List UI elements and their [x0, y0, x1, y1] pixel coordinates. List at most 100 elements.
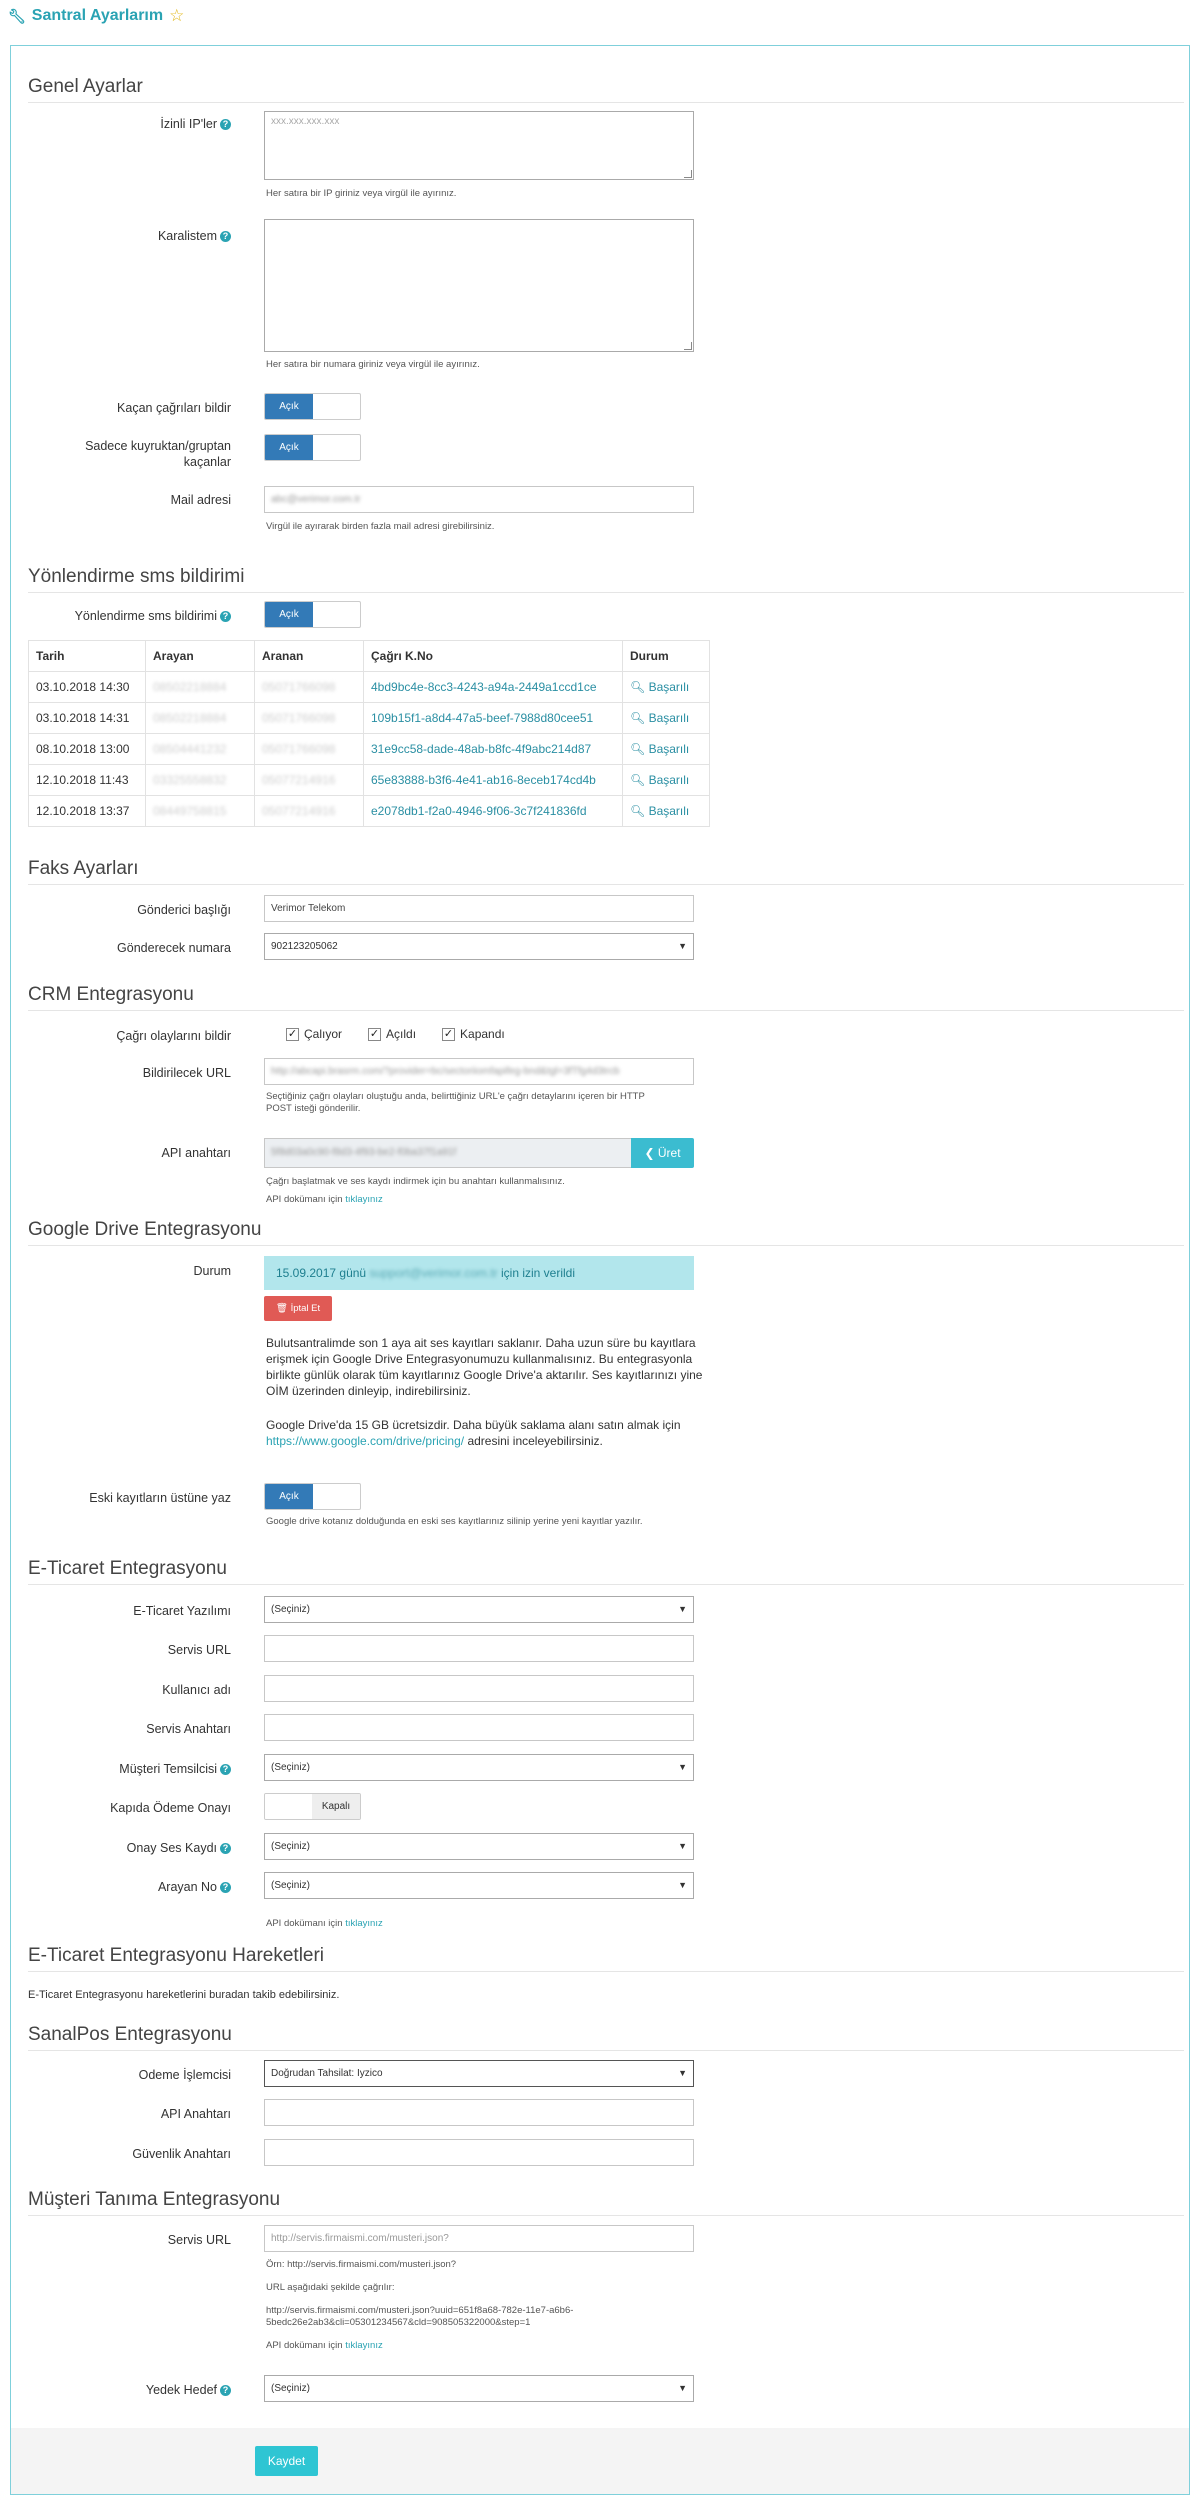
- table-row: 12.10.2018 11:43 03325558832 05077214916…: [28, 764, 710, 796]
- numara-select[interactable]: 902123205062 ▼: [264, 933, 694, 960]
- divider: [28, 2215, 1184, 2216]
- odeme-select[interactable]: Doğrudan Tahsilat: Iyzico ▼: [264, 2060, 694, 2087]
- cell-call-id[interactable]: 4bd9bc4e-8cc3-4243-a94a-2449a1ccd1ce: [363, 671, 623, 703]
- toggle-handle: [265, 1794, 313, 1819]
- uret-button[interactable]: ❮ Üret: [631, 1138, 694, 1168]
- arrow-left-icon: ❮: [644, 1146, 655, 1160]
- check-kapandi[interactable]: ✓ Kapandı: [442, 1027, 505, 1041]
- resize-handle[interactable]: [684, 170, 692, 178]
- cell-call-id[interactable]: 109b15f1-a8d4-47a5-beef-7988d80cee51: [363, 702, 623, 734]
- help-icon[interactable]: ?: [220, 1882, 231, 1893]
- kapida-label: Kapıda Ödeme Onayı: [110, 1801, 231, 1815]
- help-icon[interactable]: ?: [220, 2385, 231, 2396]
- caret-down-icon: ▼: [678, 1841, 687, 1851]
- check-caliyor[interactable]: ✓ Çalıyor: [286, 1027, 342, 1041]
- toggle-off: Kapalı: [312, 1794, 360, 1819]
- karaliste-label: Karalistem?: [158, 228, 231, 244]
- divider: [28, 1584, 1184, 1585]
- onay-select[interactable]: (Seçiniz) ▼: [264, 1833, 694, 1860]
- cell-durum[interactable]: 🔍︎ Başarılı: [622, 671, 710, 703]
- karaliste-textarea[interactable]: [264, 219, 694, 352]
- caret-down-icon: ▼: [678, 1604, 687, 1614]
- anahtar-input[interactable]: [264, 1714, 694, 1741]
- doc-link[interactable]: tıklayınız: [345, 1194, 383, 1205]
- numara-value: 902123205062: [271, 941, 338, 952]
- cell-durum[interactable]: 🔍︎ Başarılı: [622, 764, 710, 796]
- search-icon: 🔍︎: [630, 742, 646, 756]
- kapida-toggle[interactable]: Kapalı: [264, 1793, 361, 1820]
- gonderici-label: Gönderici başlığı: [137, 903, 231, 917]
- mail-label: Mail adresi: [170, 493, 231, 507]
- help-icon[interactable]: ?: [220, 611, 231, 622]
- resize-handle[interactable]: [684, 342, 692, 350]
- servis-url-label: Servis URL: [167, 1643, 231, 1657]
- checkbox[interactable]: ✓: [368, 1027, 382, 1041]
- section-title-gdrive: Google Drive Entegrasyonu: [28, 1219, 262, 1240]
- cell-durum[interactable]: 🔍︎ Başarılı: [622, 702, 710, 734]
- sms-table: Tarih Arayan Aranan Çağrı K.No Durum 03.…: [28, 640, 710, 827]
- section-title-hareketler: E-Ticaret Entegrasyonu Hareketleri: [28, 1945, 325, 1966]
- cell-arayan: 08502218884: [145, 671, 255, 703]
- guvenlik-input[interactable]: [264, 2139, 694, 2166]
- anahtar-label: Servis Anahtarı: [146, 1722, 231, 1736]
- cell-tarih: 12.10.2018 13:37: [28, 795, 146, 827]
- star-icon[interactable]: ☆: [169, 6, 184, 26]
- doc-link[interactable]: tıklayınız: [345, 2340, 383, 2351]
- kacan-label: Kaçan çağrıları bildir: [117, 401, 231, 415]
- help-icon[interactable]: ?: [220, 231, 231, 242]
- sms-toggle[interactable]: Açık: [264, 601, 361, 628]
- doc-link[interactable]: tıklayınız: [345, 1918, 383, 1929]
- yedek-label: Yedek Hedef?: [146, 2382, 231, 2398]
- api-input[interactable]: 5f8d03a0c90-f8d3-4f93-be2-f0ba37f1a91f: [264, 1138, 632, 1168]
- yazilim-select[interactable]: (Seçiniz) ▼: [264, 1596, 694, 1623]
- kacan-toggle[interactable]: Açık: [264, 393, 361, 420]
- cell-call-id[interactable]: 65e83888-b3f6-4e41-ab16-8eceb174cd4b: [363, 764, 623, 796]
- checkbox[interactable]: ✓: [286, 1027, 299, 1041]
- karaliste-help: Her satıra bir numara giriniz veya virgü…: [266, 359, 480, 370]
- temsilci-label: Müşteri Temsilcisi?: [119, 1761, 231, 1777]
- temsilci-select[interactable]: (Seçiniz) ▼: [264, 1754, 694, 1781]
- izinli-ip-textarea[interactable]: xxx.xxx.xxx.xxx: [264, 111, 694, 180]
- eski-toggle[interactable]: Açık: [264, 1483, 361, 1510]
- search-icon: 🔍︎: [630, 711, 646, 725]
- onay-label: Onay Ses Kaydı?: [127, 1840, 231, 1856]
- cell-call-id[interactable]: e2078db1-f2a0-4946-9f06-3c7f241836fd: [363, 795, 623, 827]
- save-button[interactable]: Kaydet: [255, 2446, 318, 2476]
- help-icon[interactable]: ?: [220, 1764, 231, 1775]
- help-icon[interactable]: ?: [220, 119, 231, 130]
- divider: [28, 2050, 1184, 2051]
- mail-input[interactable]: abc@verimor.com.tr: [264, 486, 694, 513]
- servis-url-input[interactable]: [264, 1635, 694, 1662]
- checkbox[interactable]: ✓: [442, 1027, 456, 1041]
- table-row: 03.10.2018 14:31 08502218884 05071766098…: [28, 702, 710, 734]
- toggle-on: Açık: [265, 602, 313, 627]
- yedek-select[interactable]: (Seçiniz) ▼: [264, 2375, 694, 2402]
- url-input[interactable]: http://abcapi.brasrm.com/?provider=bc/se…: [264, 1058, 694, 1085]
- api-help: Çağrı başlatmak ve ses kaydı indirmek iç…: [266, 1176, 565, 1187]
- kullanici-input[interactable]: [264, 1675, 694, 1702]
- izinli-ip-label: İzinli IP'ler?: [160, 116, 231, 132]
- pos-api-label: API Anahtarı: [160, 2107, 231, 2121]
- check-acildi[interactable]: ✓ Açıldı: [368, 1027, 416, 1041]
- cell-aranan: 05071766098: [254, 671, 364, 703]
- arayan-select[interactable]: (Seçiniz) ▼: [264, 1872, 694, 1899]
- pricing-link[interactable]: https://www.google.com/drive/pricing/: [266, 1434, 464, 1448]
- iptal-button[interactable]: 🗑︎ İptal Et: [264, 1296, 332, 1321]
- pos-api-input[interactable]: [264, 2099, 694, 2126]
- sadece-toggle[interactable]: Açık: [264, 434, 361, 461]
- cell-arayan: 08449758815: [145, 795, 255, 827]
- izinli-ip-placeholder: xxx.xxx.xxx.xxx: [271, 116, 340, 127]
- page-title: 🔧︎ Santral Ayarlarım ☆: [8, 6, 184, 26]
- cell-durum[interactable]: 🔍︎ Başarılı: [622, 795, 710, 827]
- cell-arayan: 03325558832: [145, 764, 255, 796]
- guvenlik-label: Güvenlik Anahtarı: [132, 2147, 231, 2161]
- sadece-label: Sadece kuyruktan/gruptan kaçanlar: [85, 439, 231, 469]
- eticaret-doc: API dokümanı için tıklayınız: [266, 1918, 383, 1929]
- cell-call-id[interactable]: 31e9cc58-dade-48ab-b8fc-4f9abc214d87: [363, 733, 623, 765]
- cell-arayan: 08502218884: [145, 702, 255, 734]
- cell-durum[interactable]: 🔍︎ Başarılı: [622, 733, 710, 765]
- gonderici-input[interactable]: Verimor Telekom: [264, 895, 694, 922]
- musteri-servis-input[interactable]: http://servis.firmaismi.com/musteri.json…: [264, 2225, 694, 2252]
- cell-aranan: 05071766098: [254, 702, 364, 734]
- help-icon[interactable]: ?: [220, 1843, 231, 1854]
